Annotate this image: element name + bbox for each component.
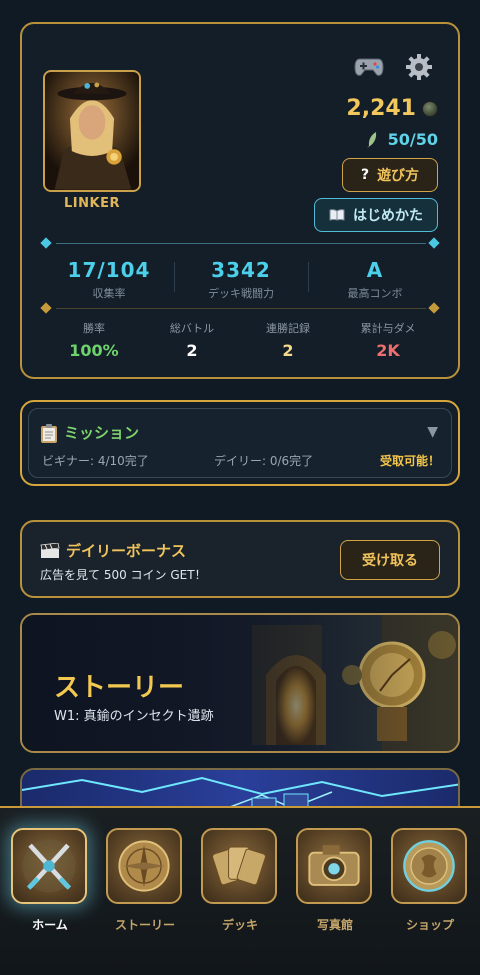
stat-best-combo: A 最高コンボ <box>314 258 436 301</box>
stat-deck-power: 3342 デッキ戦闘力 <box>180 258 302 301</box>
stat-total-battles: 総バトル 2 <box>142 320 242 360</box>
coin-balance: 2,241 <box>346 96 438 121</box>
stat-collection: 17/104 収集率 <box>48 258 170 301</box>
divider-diamond <box>40 237 52 249</box>
stat-label: デッキ戦闘力 <box>208 287 274 300</box>
stat-label: 総バトル <box>169 322 215 335</box>
nav-label: ストーリー <box>114 918 175 932</box>
mission-daily-progress: デイリー: 0/6完了 <box>214 454 314 468</box>
book-icon <box>329 209 345 221</box>
nav-label: ショップ <box>405 918 454 932</box>
divider-diamond <box>40 302 52 314</box>
energy-amount: 50/50 <box>387 130 438 149</box>
nav-item-home[interactable]: ホーム <box>11 828 89 933</box>
mission-claimable-badge[interactable]: 受取可能！ <box>380 452 440 469</box>
bottom-navigation: ホーム ストーリー デッキ 写真館 ショップ <box>0 806 480 975</box>
guide-label: はじめかた <box>353 208 423 224</box>
nav-item-shop[interactable]: ショップ <box>391 828 469 933</box>
story-subtitle: W1: 真鍮のインセクト遺跡 <box>54 709 214 724</box>
stat-label: 収集率 <box>92 287 126 300</box>
coin-icon <box>391 828 467 904</box>
player-name: LINKER <box>64 196 120 211</box>
nav-item-story[interactable]: ストーリー <box>106 828 184 933</box>
stats-divider-bottom <box>56 308 426 309</box>
stat-win-rate: 勝率 100% <box>44 320 144 360</box>
stat-label: 累計与ダメ <box>360 322 416 335</box>
daily-bonus-subtitle: 広告を見て 500 コイン GET！ <box>40 568 207 582</box>
nav-item-photo[interactable]: 写真館 <box>296 828 374 933</box>
coin-amount: 2,241 <box>346 96 416 121</box>
stat-value: 2 <box>282 341 294 360</box>
energy-meter: 50/50 <box>366 130 438 149</box>
nav-label: 写真館 <box>316 918 353 932</box>
stat-label: 連勝記録 <box>266 322 310 335</box>
mission-panel[interactable]: ミッション ▼ ビギナー: 4/10完了 デイリー: 0/6完了 受取可能！ <box>20 400 460 486</box>
stat-value: 100% <box>69 341 119 360</box>
stat-value: 2K <box>376 341 400 360</box>
camera-icon <box>296 828 372 904</box>
stat-value: 3342 <box>211 258 271 282</box>
story-banner[interactable]: ストーリー W1: 真鍮のインセクト遺跡 <box>20 613 460 753</box>
player-avatar[interactable] <box>43 70 141 192</box>
stat-separator <box>308 262 309 292</box>
cards-icon <box>201 828 277 904</box>
profile-card: LINKER 2,241 50/50 ? 遊び方 はじめかた 17/104 収集… <box>20 22 460 379</box>
swords-icon <box>11 828 87 904</box>
daily-bonus-header: デイリーボーナス <box>40 540 186 561</box>
gamepad-icon[interactable] <box>354 52 384 82</box>
divider-diamond <box>428 237 440 249</box>
guide-button[interactable]: はじめかた <box>314 198 438 232</box>
howto-label: 遊び方 <box>377 168 420 184</box>
settings-gear-icon[interactable] <box>404 52 434 82</box>
claim-daily-bonus-button[interactable]: 受け取る <box>340 540 440 580</box>
stat-total-damage: 累計与ダメ 2K <box>338 320 438 360</box>
mission-header: ミッション <box>40 422 139 443</box>
daily-bonus-card: デイリーボーナス 広告を見て 500 コイン GET！ 受け取る <box>20 520 460 598</box>
stat-value: 2 <box>186 341 198 360</box>
stat-label: 勝率 <box>83 322 105 335</box>
stat-label: 最高コンボ <box>347 287 403 300</box>
question-icon: ? <box>360 167 370 183</box>
coin-icon <box>422 100 438 117</box>
daily-bonus-title: デイリーボーナス <box>66 542 187 560</box>
nav-item-deck[interactable]: デッキ <box>201 828 279 933</box>
compass-icon <box>106 828 182 904</box>
energy-feather-icon <box>366 131 376 148</box>
divider-diamond <box>428 302 440 314</box>
howto-button[interactable]: ? 遊び方 <box>342 158 438 192</box>
avatar-portrait-image <box>45 72 139 190</box>
nav-label: デッキ <box>221 918 258 932</box>
nav-label: ホーム <box>32 918 68 932</box>
stat-value: A <box>366 258 384 282</box>
chevron-down-icon[interactable]: ▼ <box>427 424 438 440</box>
stat-separator <box>174 262 175 292</box>
stat-win-streak: 連勝記録 2 <box>238 320 338 360</box>
clipboard-icon <box>41 423 57 443</box>
mission-title: ミッション <box>64 424 140 442</box>
stat-value: 17/104 <box>67 258 151 282</box>
mission-beginner-progress: ビギナー: 4/10完了 <box>42 454 149 468</box>
clapperboard-icon <box>40 542 60 558</box>
story-title: ストーリー <box>54 673 185 703</box>
stats-divider-top <box>56 243 426 244</box>
